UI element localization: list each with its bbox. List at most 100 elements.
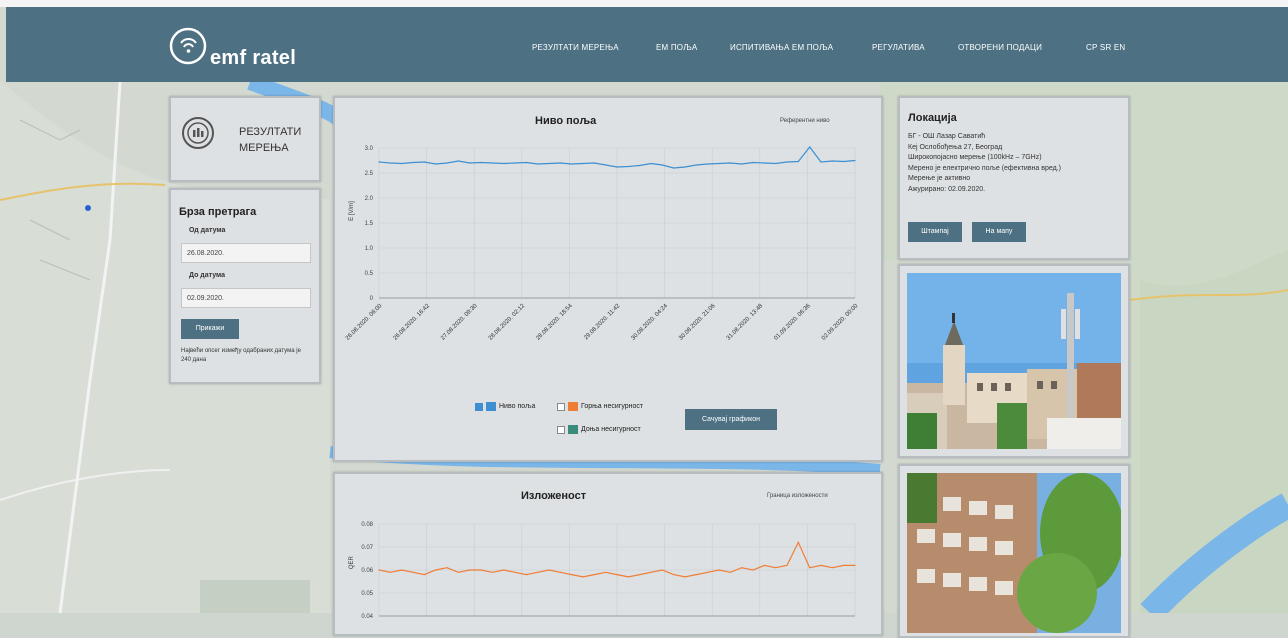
y-tick-label: 0.05 <box>361 591 373 597</box>
quick-search-title: Брза претрага <box>179 206 257 218</box>
location-line: Широкопојасно мерење (100kHz – 7GHz) <box>908 154 1042 161</box>
y-tick-label: 0.5 <box>365 271 374 277</box>
data-point <box>548 162 550 165</box>
legend-lower-uncertainty-checkbox[interactable] <box>557 425 565 434</box>
data-point <box>831 160 833 162</box>
data-point <box>503 569 505 571</box>
legend-upper-uncertainty-checkbox[interactable] <box>557 402 565 411</box>
nav-em-testing[interactable]: ИСПИТИВАЊА ЕМ ПОЉА <box>730 43 833 52</box>
data-point <box>548 569 550 571</box>
chart-meter-icon <box>182 117 214 149</box>
site-photo-antenna[interactable] <box>907 273 1121 449</box>
chart1-title: Ниво поља <box>535 115 597 127</box>
site-photo-school[interactable] <box>907 473 1121 633</box>
print-button[interactable]: Штампај <box>908 222 962 242</box>
data-point <box>593 574 595 576</box>
data-point <box>537 571 539 573</box>
location-details: БГ - ОШ Лазар Саватић Кеј Ослобођења 27,… <box>908 132 1061 195</box>
to-date-input[interactable]: 02.09.2020. <box>181 288 311 308</box>
legend-field-level[interactable]: Ниво поља <box>475 402 535 411</box>
data-point <box>378 161 380 163</box>
chart1-ref-level[interactable]: Референтни ниво <box>780 118 830 124</box>
x-tick-label: 30.08.2020. 21:06 <box>678 303 717 342</box>
legend-upper-uncertainty-swatch <box>568 402 578 411</box>
data-point <box>684 166 686 168</box>
data-point <box>684 576 686 578</box>
location-line: Кеј Ослобођења 27, Београд <box>908 143 1003 151</box>
data-point <box>831 567 833 569</box>
show-button[interactable]: Прикажи <box>181 319 239 339</box>
range-note: Највећи опсег између одабраних датума је… <box>181 348 301 363</box>
x-tick-label: 28.08.2020. 18:54 <box>535 303 574 342</box>
data-point <box>707 571 709 573</box>
legend-upper-uncertainty-label: Горња несигурност <box>581 403 644 410</box>
x-tick-label: 29.08.2020. 11:42 <box>583 303 622 342</box>
data-point <box>423 161 425 163</box>
site-photo-1-frame <box>898 264 1130 458</box>
data-point <box>435 163 437 165</box>
data-point <box>412 161 414 164</box>
data-point <box>797 541 799 543</box>
data-point <box>673 167 675 169</box>
y-tick-label: 1.0 <box>365 246 374 252</box>
data-point <box>820 161 822 163</box>
from-date-input[interactable]: 26.08.2020. <box>181 243 311 263</box>
field-level-chart: 3.0 2.5 2.0 1.5 1.0 0.5 0 E [V/m] 26.08.2020. 06… <box>345 146 860 342</box>
nav-regulation[interactable]: РЕГУЛАТИВА <box>872 43 925 52</box>
x-tick-label: 02.09.2020. 00:00 <box>821 303 860 342</box>
data-point <box>593 162 595 164</box>
exposure-chart: 0.08 0.07 0.06 0.05 0.04 QER <box>349 522 856 620</box>
data-point <box>695 574 697 576</box>
save-chart-button[interactable]: Сачувај графикон <box>685 409 777 430</box>
data-point <box>401 162 403 165</box>
data-point <box>843 564 845 566</box>
nav-open-data[interactable]: ОТВОРЕНИ ПОДАЦИ <box>958 43 1042 52</box>
data-point <box>537 163 539 165</box>
data-point <box>491 571 493 573</box>
legend-lower-uncertainty-label: Доња несигурност <box>581 426 641 433</box>
nav-em-fields[interactable]: ЕМ ПОЉА <box>656 43 697 52</box>
data-point <box>571 163 573 165</box>
on-map-button[interactable]: На мапу <box>972 222 1026 242</box>
data-point <box>752 161 754 164</box>
legend-upper-uncertainty[interactable]: Горња несигурност <box>557 402 643 411</box>
data-point <box>457 160 459 162</box>
x-tick-label: 27.08.2020. 09:30 <box>440 303 479 342</box>
results-title-2: МЕРЕЊА <box>239 142 289 154</box>
chart2-exposure-limit[interactable]: Граница изложености <box>767 493 828 499</box>
data-point <box>559 571 561 573</box>
logo-text[interactable]: emf ratel <box>210 47 296 70</box>
data-point <box>797 160 799 163</box>
data-point <box>378 569 380 571</box>
data-point <box>729 162 731 164</box>
nav-language[interactable]: СР SR EN <box>1086 43 1125 52</box>
data-point <box>559 162 561 164</box>
data-point <box>627 576 629 578</box>
data-point <box>650 162 652 165</box>
legend-field-level-checkbox[interactable] <box>475 402 483 411</box>
data-point <box>809 146 811 148</box>
y-axis-label: E [V/m] <box>349 201 355 221</box>
data-point <box>389 571 391 573</box>
data-point <box>661 164 663 166</box>
data-point <box>514 162 516 164</box>
data-point <box>775 567 777 569</box>
data-point <box>605 164 607 166</box>
data-point <box>661 569 663 571</box>
data-point <box>480 569 482 571</box>
nav-results[interactable]: РЕЗУЛТАТИ МЕРЕЊА <box>532 43 619 52</box>
location-line: Ажурирано: 02.09.2020. <box>908 185 986 193</box>
x-tick-label: 28.08.2020. 02:12 <box>488 303 527 342</box>
data-point <box>763 564 765 566</box>
data-point <box>401 569 403 571</box>
data-point <box>854 564 856 566</box>
data-point <box>673 574 675 576</box>
legend-lower-uncertainty[interactable]: Доња несигурност <box>557 425 641 434</box>
x-tick-label: 31.08.2020. 13:48 <box>726 303 765 342</box>
results-title-1: РЕЗУЛТАТИ <box>239 126 302 138</box>
data-point <box>763 162 765 164</box>
legend-field-level-swatch <box>486 402 496 411</box>
x-tick-label: 01.09.2020. 06:36 <box>773 303 812 342</box>
data-point <box>718 162 720 165</box>
field-level-chart-panel: Ниво поља Референтни ниво 3.0 2.5 2.0 1.5 1.… <box>333 96 883 462</box>
